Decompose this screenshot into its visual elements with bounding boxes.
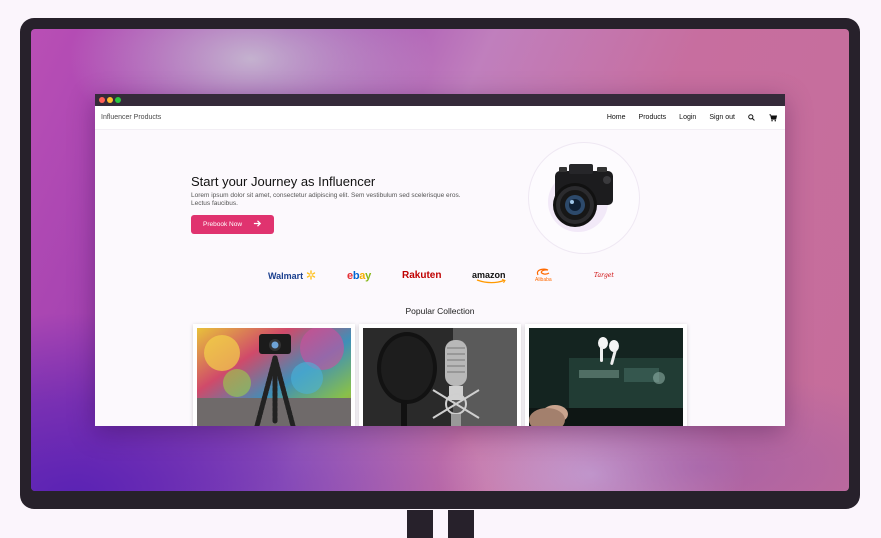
amazon-logo[interactable]: amazon bbox=[472, 270, 510, 284]
cart-icon[interactable] bbox=[768, 113, 777, 122]
nav-products-link[interactable]: Products bbox=[639, 114, 667, 121]
monitor-stand-left bbox=[407, 510, 433, 538]
product-card-microphone[interactable] bbox=[359, 324, 521, 426]
popular-collection-title: Popular Collection bbox=[405, 306, 475, 316]
ebay-logo[interactable]: ebay bbox=[347, 270, 371, 282]
close-window-button[interactable] bbox=[99, 97, 105, 103]
target-logo[interactable]: Target bbox=[594, 272, 614, 279]
nav-home-link[interactable]: Home bbox=[607, 114, 626, 121]
alibaba-mark-icon bbox=[537, 268, 550, 276]
nav-login-link[interactable]: Login bbox=[679, 114, 696, 121]
wireless-earbuds-image bbox=[529, 328, 683, 426]
prebook-now-label: Prebook Now bbox=[203, 221, 243, 228]
arrow-right-icon bbox=[253, 219, 262, 230]
window-titlebar bbox=[95, 94, 785, 106]
partner-brands: Walmart ebay Rakuten amazon Alibaba Targ… bbox=[265, 266, 625, 288]
tripod-camera-image bbox=[197, 328, 351, 426]
page-content: Start your Journey as Influencer Lorem i… bbox=[95, 130, 785, 426]
minimize-window-button[interactable] bbox=[107, 97, 113, 103]
rakuten-logo[interactable]: Rakuten bbox=[402, 270, 441, 281]
nav-signout-link[interactable]: Sign out bbox=[709, 114, 735, 121]
alibaba-logo[interactable]: Alibaba bbox=[535, 268, 552, 283]
studio-microphone-image bbox=[363, 328, 517, 426]
walmart-logo[interactable]: Walmart bbox=[268, 270, 316, 281]
camera-image bbox=[553, 164, 613, 227]
search-icon[interactable] bbox=[747, 113, 756, 122]
site-brand[interactable]: Influencer Products bbox=[101, 114, 161, 121]
browser-window: Influencer Products Home Products Login … bbox=[95, 94, 785, 426]
maximize-window-button[interactable] bbox=[115, 97, 121, 103]
product-card-tripod[interactable] bbox=[193, 324, 355, 426]
nav-links: Home Products Login Sign out bbox=[594, 113, 777, 122]
hero-image-circle bbox=[528, 142, 640, 254]
site-navbar: Influencer Products Home Products Login … bbox=[95, 106, 785, 130]
product-card-earbuds[interactable] bbox=[525, 324, 687, 426]
spark-icon bbox=[306, 270, 315, 280]
monitor-stand-right bbox=[448, 510, 474, 538]
hero-title: Start your Journey as Influencer bbox=[191, 174, 376, 189]
prebook-now-button[interactable]: Prebook Now bbox=[191, 215, 274, 234]
hero-description: Lorem ipsum dolor sit amet, consectetur … bbox=[191, 192, 461, 207]
